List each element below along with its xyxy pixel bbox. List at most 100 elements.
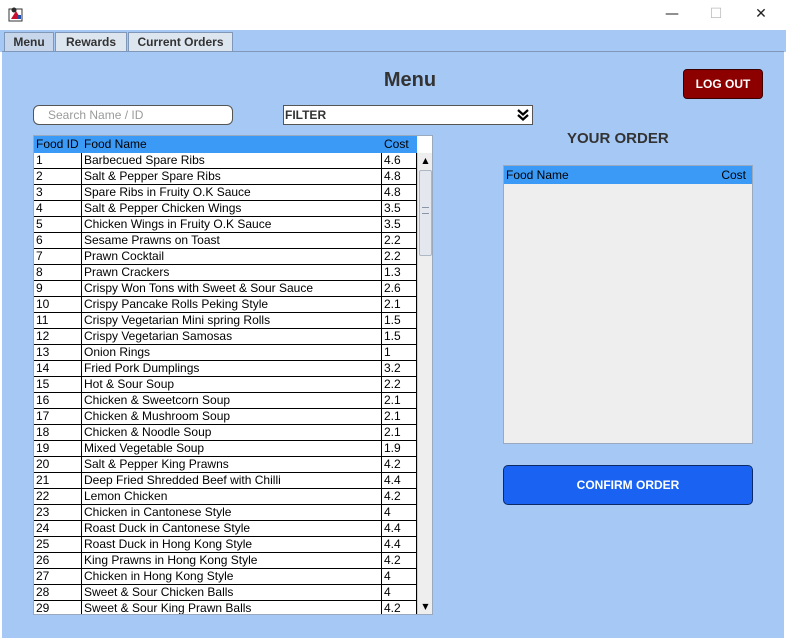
cell-cost: 2.2 [382,377,417,392]
column-header-cost[interactable]: Cost [382,136,417,153]
cell-food-id: 24 [34,521,82,536]
table-row[interactable]: 4 Salt & Pepper Chicken Wings 3.5 [34,201,417,217]
close-button[interactable]: ✕ [738,0,784,28]
cell-cost: 2.2 [382,249,417,264]
cell-food-name: Spare Ribs in Fruity O.K Sauce [82,185,382,200]
cell-food-name: Prawn Crackers [82,265,382,280]
table-row[interactable]: 19 Mixed Vegetable Soup 1.9 [34,441,417,457]
table-row[interactable]: 10 Crispy Pancake Rolls Peking Style 2.1 [34,297,417,313]
cell-food-id: 23 [34,505,82,520]
search-input[interactable] [33,105,233,125]
cell-cost: 2.2 [382,233,417,248]
page-title: Menu [383,69,437,91]
table-row[interactable]: 9 Crispy Won Tons with Sweet & Sour Sauce… [34,281,417,297]
cell-food-name: Onion Rings [82,345,382,360]
maximize-button[interactable]: ☐ [693,0,739,28]
logout-button[interactable]: LOG OUT [683,69,763,99]
minimize-button[interactable]: — [649,0,695,28]
cell-cost: 1 [382,345,417,360]
cell-food-id: 29 [34,601,82,614]
cell-food-name: Roast Duck in Cantonese Style [82,521,382,536]
cell-food-id: 3 [34,185,82,200]
menu-table: Food ID Food Name Cost 1 Barbecued Spare … [33,135,433,615]
cell-cost: 2.6 [382,281,417,296]
cell-food-name: King Prawns in Hong Kong Style [82,553,382,568]
order-column-header-food-name[interactable]: Food Name [506,166,569,184]
table-row[interactable]: 12 Crispy Vegetarian Samosas 1.5 [34,329,417,345]
table-row[interactable]: 24 Roast Duck in Cantonese Style 4.4 [34,521,417,537]
vertical-scrollbar[interactable]: ▲ ▼ [417,153,432,614]
table-row[interactable]: 6 Sesame Prawns on Toast 2.2 [34,233,417,249]
table-row[interactable]: 29 Sweet & Sour King Prawn Balls 4.2 [34,601,417,614]
chevron-down-icon[interactable] [514,106,532,124]
cell-food-id: 7 [34,249,82,264]
table-row[interactable]: 13 Onion Rings 1 [34,345,417,361]
table-row[interactable]: 2 Salt & Pepper Spare Ribs 4.8 [34,169,417,185]
cell-food-name: Sesame Prawns on Toast [82,233,382,248]
table-row[interactable]: 25 Roast Duck in Hong Kong Style 4.4 [34,537,417,553]
cell-food-id: 21 [34,473,82,488]
table-row[interactable]: 28 Sweet & Sour Chicken Balls 4 [34,585,417,601]
table-row[interactable]: 17 Chicken & Mushroom Soup 2.1 [34,409,417,425]
cell-food-id: 6 [34,233,82,248]
table-row[interactable]: 3 Spare Ribs in Fruity O.K Sauce 4.8 [34,185,417,201]
cell-food-id: 2 [34,169,82,184]
order-column-header-cost[interactable]: Cost [721,166,746,184]
cell-cost: 4.4 [382,537,417,552]
cell-food-id: 9 [34,281,82,296]
cell-food-name: Fried Pork Dumplings [82,361,382,376]
cell-cost: 4.8 [382,185,417,200]
cell-food-id: 5 [34,217,82,232]
table-row[interactable]: 15 Hot & Sour Soup 2.2 [34,377,417,393]
cell-cost: 4.2 [382,489,417,504]
tab-menu[interactable]: Menu [4,32,54,52]
cell-cost: 1.5 [382,329,417,344]
column-header-food-name[interactable]: Food Name [82,136,382,153]
cell-cost: 4 [382,569,417,584]
cell-cost: 4.2 [382,553,417,568]
cell-cost: 1.9 [382,441,417,456]
table-row[interactable]: 16 Chicken & Sweetcorn Soup 2.1 [34,393,417,409]
cell-cost: 4.8 [382,169,417,184]
table-row[interactable]: 5 Chicken Wings in Fruity O.K Sauce 3.5 [34,217,417,233]
table-row[interactable]: 21 Deep Fried Shredded Beef with Chilli 4.… [34,473,417,489]
cell-food-id: 16 [34,393,82,408]
cell-food-id: 8 [34,265,82,280]
cell-cost: 3.5 [382,217,417,232]
scrollbar-thumb[interactable] [419,170,432,256]
table-row[interactable]: 1 Barbecued Spare Ribs 4.6 [34,153,417,169]
tab-current-orders[interactable]: Current Orders [128,32,233,52]
scroll-up-icon[interactable]: ▲ [418,153,432,168]
cell-cost: 4.4 [382,473,417,488]
cell-food-name: Chicken & Mushroom Soup [82,409,382,424]
cell-food-name: Crispy Vegetarian Samosas [82,329,382,344]
table-row[interactable]: 11 Crispy Vegetarian Mini spring Rolls 1.5 [34,313,417,329]
cell-food-id: 4 [34,201,82,216]
table-row[interactable]: 23 Chicken in Cantonese Style 4 [34,505,417,521]
filter-dropdown[interactable]: FILTER [283,105,533,125]
confirm-order-button[interactable]: CONFIRM ORDER [503,465,753,505]
table-row[interactable]: 18 Chicken & Noodle Soup 2.1 [34,425,417,441]
table-row[interactable]: 22 Lemon Chicken 4.2 [34,489,417,505]
cell-food-id: 22 [34,489,82,504]
cell-food-name: Chicken in Cantonese Style [82,505,382,520]
table-row[interactable]: 20 Salt & Pepper King Prawns 4.2 [34,457,417,473]
table-row[interactable]: 7 Prawn Cocktail 2.2 [34,249,417,265]
cell-food-name: Lemon Chicken [82,489,382,504]
cell-food-id: 25 [34,537,82,552]
table-row[interactable]: 27 Chicken in Hong Kong Style 4 [34,569,417,585]
cell-food-id: 27 [34,569,82,584]
table-row[interactable]: 8 Prawn Crackers 1.3 [34,265,417,281]
cell-food-name: Chicken & Noodle Soup [82,425,382,440]
order-table: Food Name Cost [503,165,753,444]
table-row[interactable]: 14 Fried Pork Dumplings 3.2 [34,361,417,377]
scroll-down-icon[interactable]: ▼ [418,599,432,614]
cell-food-id: 14 [34,361,82,376]
tab-rewards[interactable]: Rewards [55,32,127,52]
grip-icon [422,207,429,214]
column-header-food-id[interactable]: Food ID [34,136,82,153]
table-row[interactable]: 26 King Prawns in Hong Kong Style 4.2 [34,553,417,569]
cell-food-id: 20 [34,457,82,472]
cell-food-name: Crispy Won Tons with Sweet & Sour Sauce [82,281,382,296]
cell-cost: 4.2 [382,601,417,614]
